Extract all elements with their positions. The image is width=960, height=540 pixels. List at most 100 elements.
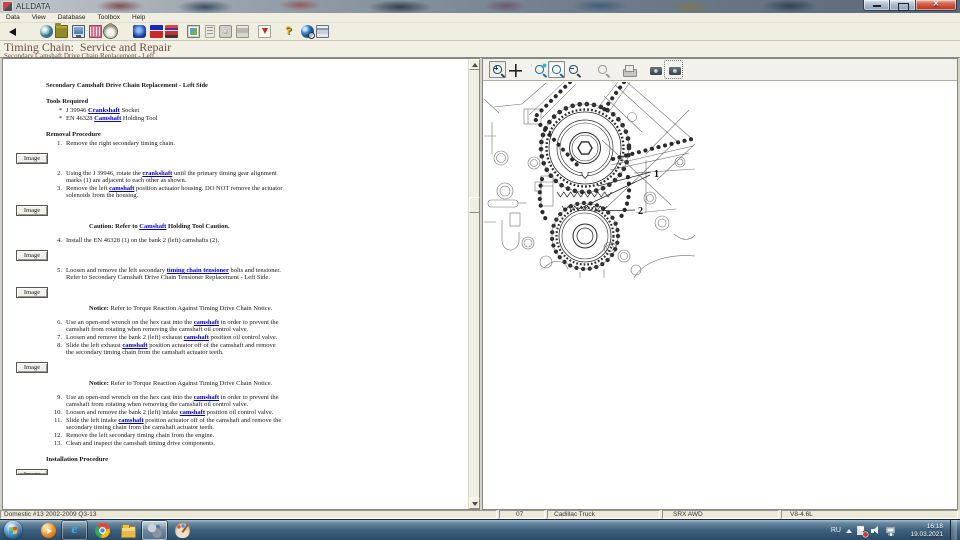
doc-text: Remove the left secondary timing chain f…: [66, 432, 215, 439]
doc-step: 9. Use an open-end wrench on the hex cast…: [3, 394, 468, 408]
paint-taskbar-button[interactable]: [170, 521, 195, 540]
list-marker: 2.: [57, 170, 62, 177]
doc-link[interactable]: timing chain tensioner: [167, 267, 229, 274]
doc-link[interactable]: camshaft: [194, 319, 219, 326]
image-button[interactable]: Image: [16, 469, 48, 475]
help-icon[interactable]: [282, 25, 295, 38]
doc-text: Caution: Refer to: [89, 223, 140, 230]
doc-bullet: * EN 46328 Camshaft Holding Tool: [3, 115, 468, 122]
list-marker: 10.: [53, 409, 62, 416]
pan-icon[interactable]: [506, 61, 523, 78]
start-button[interactable]: [4, 521, 22, 539]
text-gray-icon[interactable]: [205, 25, 215, 38]
engine-outline: [484, 82, 695, 278]
doc-text: Slide the left intake: [66, 417, 119, 424]
image-button[interactable]: Image: [16, 205, 48, 216]
doc-link[interactable]: Crankshaft: [88, 107, 120, 114]
globe-search-icon[interactable]: [301, 25, 315, 39]
show-desktop-button[interactable]: [950, 520, 957, 540]
menu-toolbox[interactable]: Toolbox: [92, 13, 126, 22]
list-marker: *: [58, 107, 62, 114]
zoom-disabled-icon[interactable]: [594, 61, 611, 78]
doc-note: Caution: Refer to Camshaft Holding Tool …: [89, 223, 349, 230]
explorer-taskbar-button[interactable]: [116, 521, 141, 540]
clock-globe-icon[interactable]: [40, 25, 53, 38]
back-button[interactable]: [9, 27, 16, 36]
doc-link[interactable]: camshaft: [109, 185, 134, 192]
doc-link[interactable]: camshaft: [118, 417, 143, 424]
media-player-taskbar-button[interactable]: [36, 521, 61, 540]
menu-help[interactable]: Help: [126, 13, 151, 22]
scroll-down-arrow[interactable]: [469, 498, 480, 509]
image-button[interactable]: Image: [16, 287, 48, 298]
menu-view[interactable]: View: [26, 13, 52, 22]
doc-link[interactable]: camshaft: [184, 334, 209, 341]
hidden-icons-icon[interactable]: [846, 528, 852, 533]
step-text: Clean and inspect the camshaft timing dr…: [66, 440, 284, 447]
step-text: Loosen and remove the left secondary tim…: [66, 267, 284, 281]
action-center-icon[interactable]: [857, 525, 868, 537]
image-button[interactable]: Image: [16, 250, 48, 261]
chrome-taskbar-button[interactable]: [90, 521, 115, 540]
doc-link[interactable]: camshaft: [194, 394, 219, 401]
scrollbar-thumb[interactable]: [469, 197, 480, 213]
menu-data[interactable]: Data: [0, 13, 26, 22]
close-button[interactable]: [916, 0, 957, 11]
maximize-button[interactable]: [890, 0, 916, 11]
new-car-icon[interactable]: [150, 25, 163, 38]
snapshot-frame-icon[interactable]: [664, 60, 683, 79]
doc-link[interactable]: Camshaft: [94, 115, 121, 122]
document-content: Secondary Camshaft Drive Chain Replaceme…: [3, 59, 468, 509]
list-marker: 9.: [57, 394, 62, 401]
language-indicator[interactable]: RU: [831, 527, 841, 534]
zoom-out-icon[interactable]: [565, 61, 582, 78]
image-button[interactable]: Image: [16, 153, 48, 164]
scroll-up-arrow[interactable]: [469, 59, 480, 70]
list-marker: 6.: [57, 319, 62, 326]
export-icon[interactable]: [258, 25, 271, 38]
zoom-box-icon[interactable]: [548, 61, 565, 78]
vertical-scrollbar[interactable]: [468, 59, 480, 509]
camera-icon[interactable]: [219, 25, 232, 38]
wash-hand-icon[interactable]: [133, 25, 146, 38]
printer-icon[interactable]: [316, 25, 329, 38]
image-button[interactable]: Image: [16, 362, 48, 373]
doc-note: Notice: Refer to Torque Reaction Against…: [89, 380, 349, 387]
doc-step: 7. Loosen and remove the bank 2 (left) ex…: [3, 334, 468, 341]
folder-icon[interactable]: [55, 23, 68, 38]
image-pane: 1 2: [482, 58, 958, 510]
zoom-in-icon[interactable]: [489, 61, 506, 78]
zoom-dynamic-icon[interactable]: [531, 61, 548, 78]
doc-link[interactable]: camshaft: [122, 342, 147, 349]
minimize-button[interactable]: [863, 0, 890, 11]
alldata-taskbar-button[interactable]: [142, 521, 167, 540]
stopwatch-icon[interactable]: [104, 23, 117, 38]
page-header: Timing Chain: Service and Repair Seconda…: [0, 41, 960, 60]
doc-link[interactable]: Camshaft: [139, 223, 166, 230]
menu-database[interactable]: Database: [52, 13, 92, 22]
app-icon: [3, 2, 12, 11]
doc-link[interactable]: camshaft: [180, 409, 205, 416]
doc-heading: Tools Required: [46, 98, 89, 105]
printer-gray-icon[interactable]: [236, 25, 249, 38]
step-text: Install the EN 46328 (1) on the bank 2 (…: [66, 237, 284, 244]
print-disabled-icon[interactable]: [619, 61, 637, 78]
doc-text: Remove the right secondary timing chain.: [66, 140, 176, 147]
volume-icon[interactable]: [871, 526, 881, 535]
taskbar-clock[interactable]: 16:18 19.03.2021: [901, 523, 943, 539]
monitor-edit-icon[interactable]: [72, 25, 85, 38]
doc-heading: Secondary Camshaft Drive Chain Replaceme…: [46, 82, 208, 89]
doc-link[interactable]: crankshaft: [142, 170, 172, 177]
car-arrow-icon[interactable]: [165, 25, 178, 38]
image-frame-icon[interactable]: [187, 25, 200, 38]
status-segment: 07: [499, 510, 545, 519]
title-bar: ALLDATA: [0, 0, 960, 13]
image-toolbar: [483, 59, 957, 81]
snapshot-icon[interactable]: [646, 61, 663, 78]
film-icon[interactable]: [89, 25, 102, 38]
step-text: J 39946 Crankshaft Socket: [66, 107, 284, 114]
network-icon[interactable]: [886, 526, 896, 536]
internet-explorer-taskbar-button[interactable]: [62, 521, 87, 540]
step-text: Loosen and remove the bank 2 (left) inta…: [66, 409, 284, 416]
doc-step: 3. Remove the left camshaft position actu…: [3, 185, 468, 199]
